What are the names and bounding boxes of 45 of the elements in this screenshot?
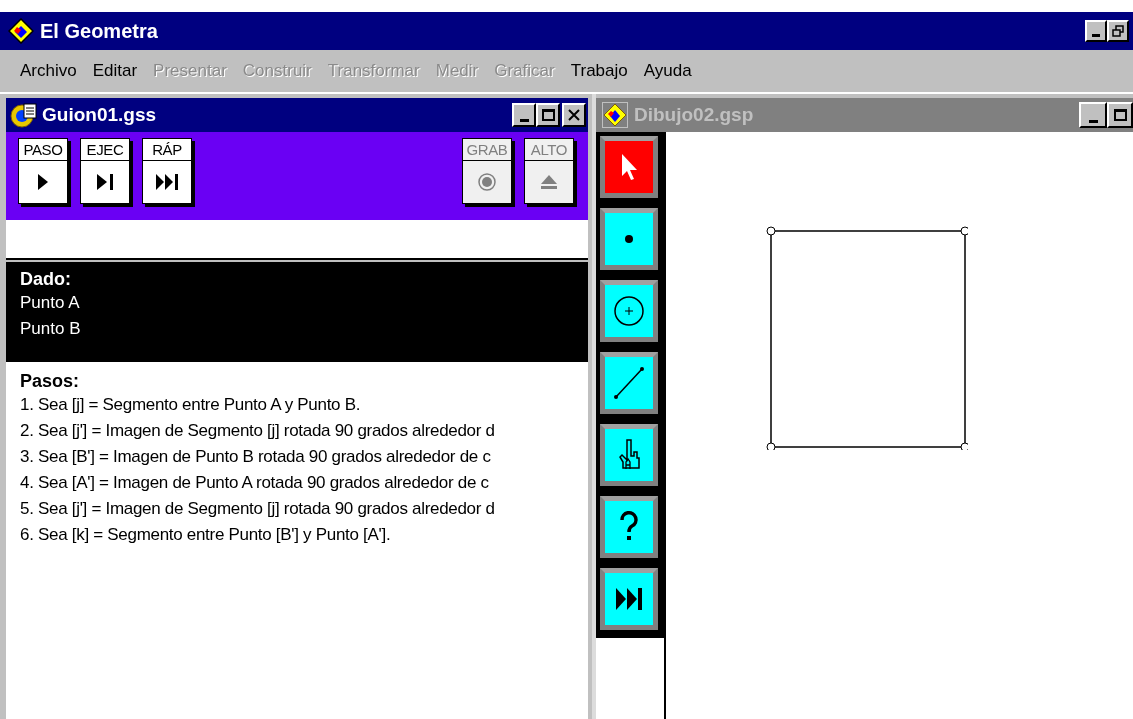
given-item: Punto A <box>20 292 81 314</box>
tool-button[interactable] <box>600 496 658 558</box>
step-line: 2. Sea [j'] = Imagen de Segmento [j] rotada 90 grados alrededor d <box>20 420 495 442</box>
script-document-icon <box>10 101 38 129</box>
given-item: Punto B <box>20 318 82 340</box>
step-line: 5. Sea [j'] = Imagen de Segmento [j] rotada 90 grados alrededor d <box>20 498 495 520</box>
menu-item[interactable]: Ayuda <box>635 58 700 84</box>
step-line: 3. Sea [B'] = Imagen de Punto B rotada 90 grados alrededor de c <box>20 446 491 468</box>
tool-button[interactable] <box>600 424 658 486</box>
restore-icon <box>1112 25 1124 37</box>
eject-icon <box>541 175 557 189</box>
tool-button[interactable] <box>600 568 658 630</box>
window-title: El Geometra <box>40 19 158 44</box>
menu-item[interactable]: Trabajo <box>562 58 636 84</box>
steps-heading: Pasos: <box>20 370 81 392</box>
window-title: Dibujo02.gsp <box>634 102 754 127</box>
step-line: 1. Sea [j] = Segmento entre Punto A y Punto B. <box>20 394 361 416</box>
fast-forward-icon <box>156 174 178 190</box>
record-icon <box>478 173 496 191</box>
arrow-pointer-icon <box>620 153 638 181</box>
script-button[interactable]: EJEC <box>80 138 130 204</box>
close-icon <box>568 109 580 121</box>
window-title: Guion01.gss <box>42 102 157 127</box>
minimize-button[interactable] <box>1085 20 1107 42</box>
sketch-document-icon <box>602 102 628 128</box>
script-button[interactable]: PASO <box>18 138 68 204</box>
step-line: 4. Sea [A'] = Imagen de Punto A rotada 90 grados alrededor de c <box>20 472 489 494</box>
step-forward-icon <box>97 174 113 190</box>
app-logo-icon <box>8 18 34 44</box>
tool-button[interactable] <box>600 280 658 342</box>
step-line: 6. Sea [k] = Segmento entre Punto [B'] y Punto [A']. <box>20 524 391 546</box>
menu-item[interactable]: Archivo <box>12 58 85 84</box>
maximize-button[interactable] <box>1107 102 1133 128</box>
segment-icon <box>613 366 645 400</box>
minimize-button[interactable] <box>1079 102 1107 128</box>
circle-icon <box>613 294 645 328</box>
maximize-button[interactable] <box>536 103 560 127</box>
play-icon <box>38 174 48 190</box>
restore-button[interactable] <box>1107 20 1129 42</box>
minimize-button[interactable] <box>512 103 536 127</box>
script-button[interactable]: RÁP <box>142 138 192 204</box>
point-icon <box>625 235 633 243</box>
menu-item[interactable]: Editar <box>84 58 146 84</box>
given-heading: Dado: <box>20 268 72 290</box>
close-button[interactable] <box>562 103 586 127</box>
